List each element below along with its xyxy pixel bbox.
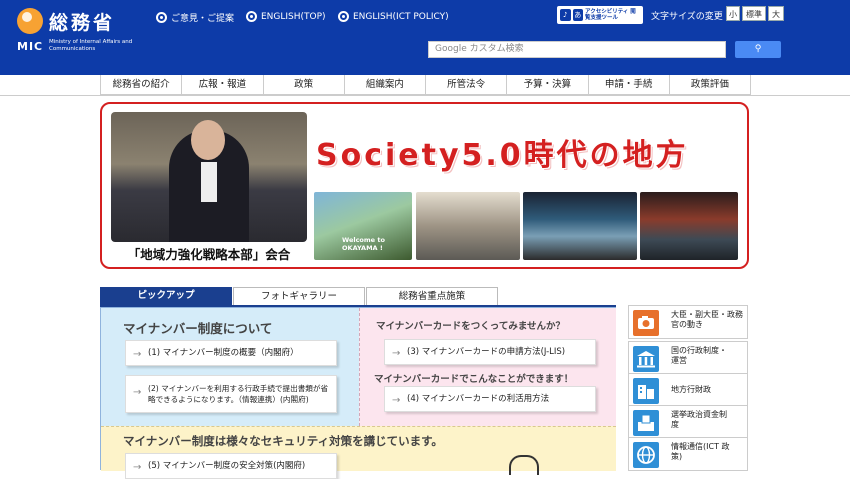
- font-size-small-button[interactable]: 小: [726, 6, 740, 21]
- logo-japanese: 総務省: [49, 12, 116, 34]
- mynumber-usage-heading: マイナンバーカードでこんなことができます！: [374, 374, 574, 385]
- pickup-section: ピックアップ フォトギャラリー 総務省重点施策 マイナンバー制度について (1)…: [100, 287, 616, 479]
- side-item-label: 情報通信(ICT 政策): [671, 442, 730, 461]
- link-card-4[interactable]: (4) マイナンバーカードの利活用方法: [384, 386, 596, 412]
- banner-title: Society5.0時代の地方: [316, 138, 689, 173]
- tab-key-policies[interactable]: 総務省重点施策: [366, 287, 498, 305]
- side-item-label: 大臣・副大臣・政務官の動き: [671, 310, 743, 329]
- link-label: ENGLISH(ICT POLICY): [353, 11, 449, 22]
- nav-item-procedures[interactable]: 申請・手続: [589, 75, 670, 94]
- link-english-ict[interactable]: ENGLISH(ICT POLICY): [338, 11, 449, 22]
- camera-icon: [633, 310, 659, 336]
- accessibility-label: アクセシビリティ 閲覧支援ツール: [585, 9, 636, 21]
- side-item-elections[interactable]: 選挙政治資金制度: [628, 405, 748, 439]
- mascot-illustration: [509, 455, 539, 475]
- radio-bullet-icon: [156, 12, 167, 23]
- side-item-minister[interactable]: 大臣・副大臣・政務官の動き: [628, 305, 748, 339]
- link-card-2[interactable]: (2) マイナンバーを利用する行政手続で提出書類が省略できるようになります。（情…: [125, 375, 337, 413]
- link-label: ご意見・ご提案: [171, 14, 235, 24]
- side-item-administration[interactable]: 国の行政制度・運営: [628, 341, 748, 375]
- thumb-monitors: [640, 192, 738, 260]
- thumb-okayama: Welcome to OKAYAMA !: [314, 192, 412, 260]
- nav-item-about[interactable]: 総務省の紹介: [101, 75, 183, 94]
- site-header: 総務省 MIC Ministry of Internal Affairs and…: [0, 0, 850, 75]
- nav-item-policy[interactable]: 政策: [264, 75, 345, 94]
- photo-face: [191, 120, 225, 160]
- side-item-label: 地方行財政: [671, 385, 711, 394]
- font-size-label: 文字サイズの変更: [651, 12, 723, 22]
- nav-item-organization[interactable]: 組織案内: [345, 75, 426, 94]
- link-card-3[interactable]: (3) マイナンバーカードの申請方法(J-LIS): [384, 339, 596, 365]
- nav-item-pr[interactable]: 広報・報道: [182, 75, 264, 94]
- pickup-right-panel: マイナンバーカードをつくってみませんか？ (3) マイナンバーカードの申請方法(…: [359, 308, 616, 426]
- search-input[interactable]: Google カスタム検索: [428, 41, 726, 58]
- thumb-control-room: [523, 192, 637, 260]
- global-nav: 総務省の紹介 広報・報道 政策 組織案内 所管法令 予算・決算 申請・手続 政策…: [100, 75, 751, 95]
- nav-item-laws[interactable]: 所管法令: [426, 75, 508, 94]
- search-icon: ⚲: [754, 44, 762, 54]
- nav-item-budget[interactable]: 予算・決算: [507, 75, 589, 94]
- logo-mic: MIC: [17, 40, 44, 53]
- tab-pickup[interactable]: ピックアップ: [100, 287, 232, 305]
- main-banner[interactable]: 「地域力強化戦略本部」会合 Society5.0時代の地方 Welcome to…: [100, 102, 749, 269]
- logo-emblem-icon: [17, 8, 43, 34]
- mynumber-heading: マイナンバー制度について: [123, 321, 273, 336]
- search-button[interactable]: ⚲: [735, 41, 781, 58]
- pickup-left-panel: マイナンバー制度について (1) マイナンバー制度の概要（内閣府） (2) マイ…: [101, 308, 359, 426]
- mic-logo[interactable]: 総務省 MIC Ministry of Internal Affairs and…: [15, 8, 145, 56]
- meeting-photo: [111, 112, 307, 242]
- divider: [0, 95, 850, 96]
- accessibility-icon: あ: [572, 9, 583, 21]
- thumb-robot: [416, 192, 520, 260]
- nav-item-evaluation[interactable]: 政策評価: [670, 75, 751, 94]
- mynumber-card-heading: マイナンバーカードをつくってみませんか？: [376, 321, 566, 332]
- side-item-ict[interactable]: 情報通信(ICT 政策): [628, 437, 748, 471]
- photo-shirt: [201, 162, 217, 202]
- font-size-standard-button[interactable]: 標準: [742, 6, 766, 21]
- link-english-top[interactable]: ENGLISH(TOP): [246, 11, 326, 22]
- logo-english: Ministry of Internal Affairs and Communi…: [49, 39, 133, 52]
- thumb-okayama-text: Welcome to OKAYAMA !: [342, 236, 385, 252]
- banner-caption: 「地域力強化戦略本部」会合: [127, 247, 291, 262]
- link-card-5[interactable]: (5) マイナンバー制度の安全対策(内閣府): [125, 453, 337, 479]
- pickup-panel: マイナンバー制度について (1) マイナンバー制度の概要（内閣府） (2) マイ…: [100, 307, 616, 479]
- side-item-label: 国の行政制度・運営: [671, 346, 727, 365]
- link-card-1[interactable]: (1) マイナンバー制度の概要（内閣府）: [125, 340, 337, 366]
- radio-bullet-icon: [338, 11, 349, 22]
- font-size-large-button[interactable]: 大: [768, 6, 784, 21]
- government-building-icon: [633, 346, 659, 372]
- pickup-bottom-panel: マイナンバー制度は様々なセキュリティ対策を講じています。 (5) マイナンバー制…: [101, 426, 616, 479]
- link-opinion[interactable]: ご意見・ご提案: [156, 11, 234, 24]
- globe-icon: [633, 442, 659, 468]
- tab-photo-gallery[interactable]: フォトギャラリー: [233, 287, 365, 305]
- speaker-icon: ♪: [560, 9, 571, 21]
- side-item-label: 選挙政治資金制度: [671, 410, 727, 429]
- radio-bullet-icon: [246, 11, 257, 22]
- accessibility-tool-button[interactable]: ♪ あ アクセシビリティ 閲覧支援ツール: [557, 6, 643, 24]
- security-heading: マイナンバー制度は様々なセキュリティ対策を講じています。: [123, 434, 443, 448]
- ballot-box-icon: [633, 410, 659, 436]
- city-building-icon: [633, 378, 659, 404]
- side-item-local-finance[interactable]: 地方行財政: [628, 373, 748, 407]
- link-label: ENGLISH(TOP): [261, 11, 326, 22]
